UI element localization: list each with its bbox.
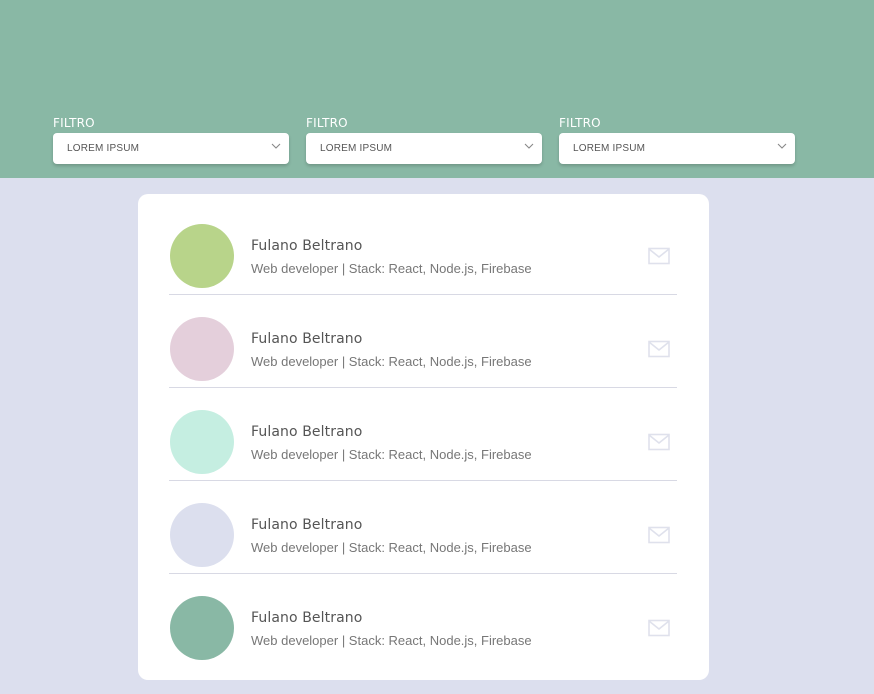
person-role: Web developer | Stack: React, Node.js, F…	[251, 447, 532, 462]
filter-selected-value: LOREM IPSUM	[67, 143, 140, 154]
mail-icon[interactable]	[648, 526, 670, 544]
filter-2: FILTRO LOREM IPSUM	[306, 115, 542, 164]
chevron-down-icon	[271, 143, 281, 149]
person-role: Web developer | Stack: React, Node.js, F…	[251, 540, 532, 555]
avatar	[170, 410, 234, 474]
person-name: Fulano Beltrano	[251, 331, 363, 347]
filter-label: FILTRO	[306, 116, 348, 130]
chevron-down-icon	[777, 143, 787, 149]
filter-1: FILTRO LOREM IPSUM	[53, 115, 289, 164]
list-item: Fulano Beltrano Web developer | Stack: R…	[169, 295, 677, 388]
avatar	[170, 503, 234, 567]
mail-icon[interactable]	[648, 340, 670, 358]
filter-select-2[interactable]: LOREM IPSUM	[306, 133, 542, 164]
list-item: Fulano Beltrano Web developer | Stack: R…	[169, 388, 677, 481]
filter-label: FILTRO	[53, 116, 95, 130]
person-role: Web developer | Stack: React, Node.js, F…	[251, 261, 532, 276]
people-list-card: Fulano Beltrano Web developer | Stack: R…	[138, 194, 709, 680]
mail-icon[interactable]	[648, 619, 670, 637]
person-name: Fulano Beltrano	[251, 238, 363, 254]
list-item: Fulano Beltrano Web developer | Stack: R…	[169, 202, 677, 295]
filter-3: FILTRO LOREM IPSUM	[559, 115, 795, 164]
person-role: Web developer | Stack: React, Node.js, F…	[251, 354, 532, 369]
filter-select-3[interactable]: LOREM IPSUM	[559, 133, 795, 164]
chevron-down-icon	[524, 143, 534, 149]
person-name: Fulano Beltrano	[251, 610, 363, 626]
person-name: Fulano Beltrano	[251, 424, 363, 440]
filter-selected-value: LOREM IPSUM	[573, 143, 646, 154]
list-item: Fulano Beltrano Web developer | Stack: R…	[169, 574, 677, 667]
avatar	[170, 224, 234, 288]
avatar	[170, 317, 234, 381]
header-bar: FILTRO LOREM IPSUM FILTRO LOREM IPSUM FI…	[0, 0, 874, 178]
list-item: Fulano Beltrano Web developer | Stack: R…	[169, 481, 677, 574]
filter-selected-value: LOREM IPSUM	[320, 143, 393, 154]
filter-label: FILTRO	[559, 116, 601, 130]
avatar	[170, 596, 234, 660]
mail-icon[interactable]	[648, 247, 670, 265]
person-role: Web developer | Stack: React, Node.js, F…	[251, 633, 532, 648]
person-name: Fulano Beltrano	[251, 517, 363, 533]
mail-icon[interactable]	[648, 433, 670, 451]
filter-select-1[interactable]: LOREM IPSUM	[53, 133, 289, 164]
